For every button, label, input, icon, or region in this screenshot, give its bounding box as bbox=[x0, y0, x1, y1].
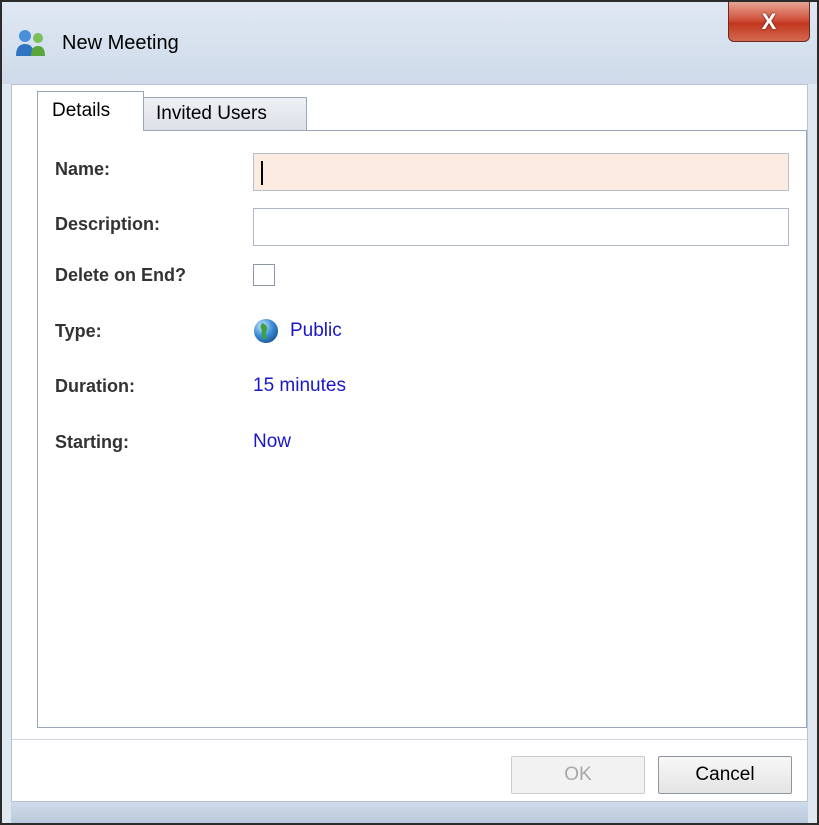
tab-details[interactable]: Details bbox=[37, 91, 144, 131]
name-field[interactable] bbox=[253, 153, 789, 191]
starting-label: Starting: bbox=[55, 432, 129, 452]
delete-on-end-checkbox[interactable] bbox=[253, 264, 275, 286]
details-panel: Name: Description: Delete on End? Type: bbox=[37, 130, 807, 728]
cancel-button[interactable]: Cancel bbox=[658, 756, 792, 794]
dialog-content: Details Invited Users Name: Description:… bbox=[11, 84, 808, 802]
footer-divider bbox=[12, 739, 807, 740]
close-button[interactable]: X bbox=[728, 2, 810, 42]
description-label: Description: bbox=[55, 214, 161, 234]
ok-button[interactable]: OK bbox=[511, 756, 645, 794]
title-bar[interactable]: New Meeting X bbox=[2, 2, 817, 84]
duration-link[interactable]: 15 minutes bbox=[253, 375, 346, 397]
close-icon: X bbox=[761, 8, 777, 34]
tab-details-label: Details bbox=[52, 100, 111, 121]
type-link[interactable]: Public bbox=[290, 320, 342, 342]
name-label: Name: bbox=[55, 159, 111, 179]
window-bottom-border bbox=[11, 802, 808, 823]
type-label: Type: bbox=[55, 321, 102, 341]
duration-label: Duration: bbox=[55, 376, 135, 396]
users-icon bbox=[16, 30, 45, 56]
tab-invited-users-label: Invited Users bbox=[156, 103, 267, 124]
tab-invited-users[interactable]: Invited Users bbox=[144, 97, 307, 131]
starting-link[interactable]: Now bbox=[253, 431, 291, 453]
ok-button-label: OK bbox=[564, 764, 592, 785]
window-title: New Meeting bbox=[62, 32, 179, 54]
dialog-window: New Meeting X Details Invited Users Name… bbox=[0, 0, 819, 825]
description-field[interactable] bbox=[253, 208, 789, 246]
cancel-button-label: Cancel bbox=[695, 764, 755, 785]
text-caret bbox=[261, 161, 263, 185]
delete-on-end-label: Delete on End? bbox=[55, 265, 187, 285]
globe-icon bbox=[254, 319, 278, 343]
